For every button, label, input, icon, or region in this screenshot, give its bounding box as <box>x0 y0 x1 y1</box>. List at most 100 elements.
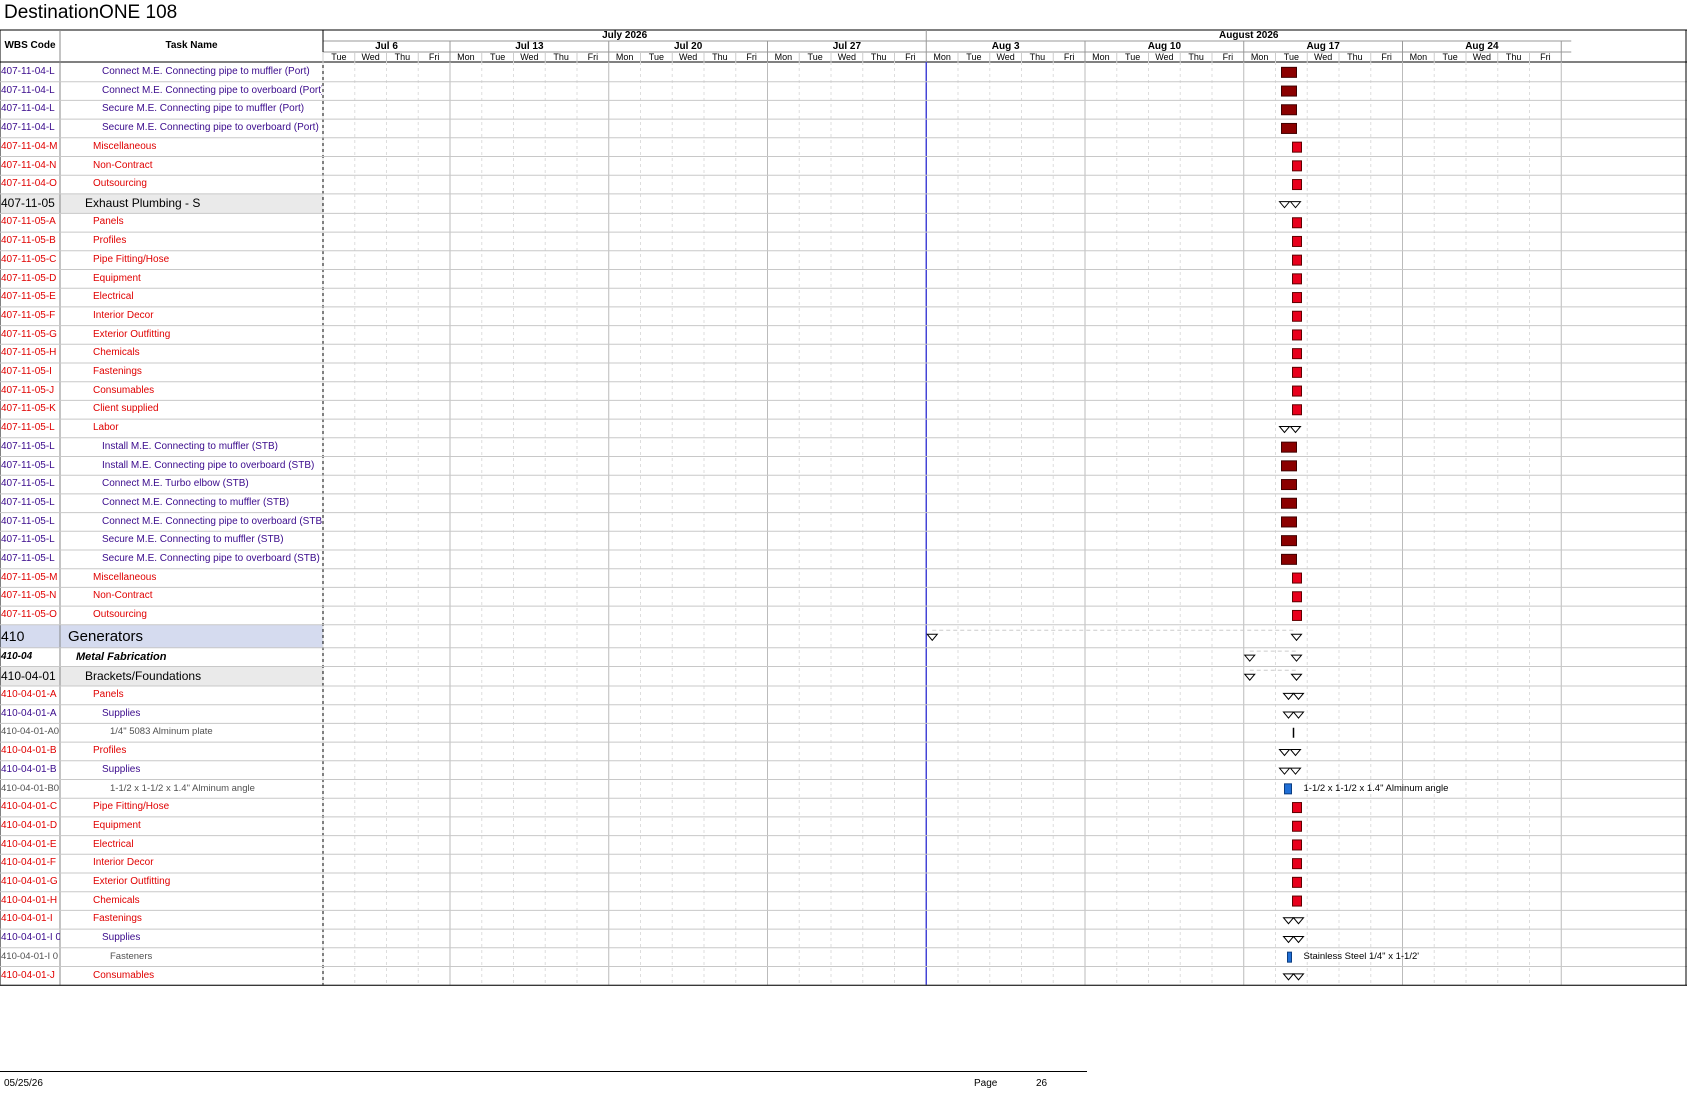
task-name: Connect M.E. Turbo elbow (STB) <box>102 478 249 490</box>
wbs-code: 407-11-04-M <box>1 140 58 152</box>
day-header: Fri <box>746 52 757 62</box>
task-name: Outsourcing <box>93 609 147 621</box>
task-name: Panels <box>93 216 124 228</box>
day-header: Mon <box>1250 52 1269 62</box>
summary-start-marker <box>1282 917 1295 925</box>
day-header: Thu <box>1188 52 1204 62</box>
task-name: Secure M.E. Connecting pipe to muffler (… <box>102 103 305 115</box>
day-header: Tue <box>331 52 347 62</box>
day-header: Tue <box>490 52 506 62</box>
summary-end-marker <box>1292 973 1305 981</box>
task-bar <box>1292 404 1302 416</box>
task-bar <box>1292 329 1302 341</box>
day-header: Tue <box>966 52 982 62</box>
wbs-code: 407-11-05-M <box>1 571 58 583</box>
task-name: Pipe Fitting/Hose <box>93 253 170 265</box>
task-name: Chemicals <box>93 894 140 906</box>
day-header: Tue <box>1125 52 1141 62</box>
day-header: Thu <box>712 52 728 62</box>
task-name-column-header: Task Name <box>165 40 218 51</box>
task-bar <box>1292 254 1302 266</box>
task-name: Secure M.E. Connecting pipe to overboard… <box>102 553 320 564</box>
task-name: Fastenings <box>93 913 142 925</box>
wbs-code: 410-04-01-C <box>1 801 58 813</box>
task-name: Equipment <box>93 819 141 831</box>
wbs-code: 410 <box>1 627 25 644</box>
wbs-code: 410-04-01-B <box>1 745 57 757</box>
task-bar <box>1292 235 1302 247</box>
week-header: Jul 6 <box>375 41 398 52</box>
task-bar <box>1292 572 1302 584</box>
task-name: Electrical <box>93 291 134 303</box>
month-header: August 2026 <box>1219 30 1279 41</box>
wbs-code: 407-11-05-L <box>1 422 55 434</box>
wbs-code: 407-11-05-L <box>1 496 55 508</box>
summary-end-marker <box>1289 748 1302 757</box>
task-name: Secure M.E. Connecting pipe to overboard… <box>102 122 319 134</box>
day-header: Mon <box>615 52 634 62</box>
task-bar <box>1292 858 1302 870</box>
task-bar <box>1292 160 1302 172</box>
summary-end-marker <box>1290 673 1303 682</box>
task-bar <box>1281 122 1297 134</box>
task-bar <box>1281 441 1297 453</box>
summary-start-marker <box>1282 711 1295 719</box>
wbs-code: 407-11-05-O <box>1 609 57 621</box>
task-bar <box>1292 273 1302 285</box>
day-header: Fri <box>587 52 599 62</box>
wbs-code: 407-11-05-C <box>1 253 57 265</box>
wbs-code: 410-04-01 <box>1 668 56 683</box>
day-header: Tue <box>807 52 823 62</box>
wbs-column-header: WBS Code <box>4 40 56 51</box>
task-name: Profiles <box>93 235 127 247</box>
summary-start-marker <box>1278 201 1291 209</box>
week-header: Aug 17 <box>1306 41 1340 52</box>
task-name: Exterior Outfitting <box>93 328 171 340</box>
task-bar <box>1281 516 1297 528</box>
summary-end-marker <box>1292 692 1305 701</box>
task-bar <box>1292 895 1302 907</box>
task-name: Secure M.E. Connecting to muffler (STB) <box>102 534 284 546</box>
week-header: Aug 10 <box>1147 41 1182 52</box>
task-name: Non-Contract <box>93 590 153 602</box>
wbs-code: 407-11-05-N <box>1 590 57 602</box>
task-name: Fasteners <box>110 950 153 962</box>
task-bar <box>1281 66 1297 78</box>
wbs-code: 410-04-01-E <box>1 838 57 850</box>
task-bar <box>1292 292 1302 304</box>
task-bar <box>1292 348 1302 360</box>
wbs-code: 407-11-05-H <box>1 347 57 359</box>
wbs-code: 407-11-04-N <box>1 159 57 171</box>
day-header: Tue <box>1442 52 1458 62</box>
day-header: Fri <box>1222 52 1234 62</box>
task-name: Exhaust Plumbing - S <box>85 195 201 210</box>
task-bar <box>1281 104 1297 116</box>
task-bar <box>1281 553 1297 565</box>
task-name: Supplies <box>102 763 141 775</box>
task-bar <box>1292 217 1302 229</box>
wbs-code: 407-11-05-L <box>1 478 55 490</box>
task-name: Miscellaneous <box>93 571 157 583</box>
task-bar <box>1292 141 1302 153</box>
wbs-code: 407-11-05-E <box>1 291 56 303</box>
wbs-code: 410-04-01-I 0 <box>1 932 60 944</box>
task-name: Client supplied <box>93 403 159 415</box>
day-header: Thu <box>1347 52 1363 62</box>
wbs-code: 407-11-05-L <box>1 459 55 471</box>
task-bar <box>1281 535 1297 547</box>
wbs-code: 407-11-05-L <box>1 534 55 546</box>
task-name: Consumables <box>93 384 155 396</box>
day-header: Mon <box>774 52 793 62</box>
task-name: Electrical <box>93 838 134 850</box>
task-name: Equipment <box>93 272 141 284</box>
wbs-code: 407-11-05 <box>1 195 55 210</box>
wbs-code: 407-11-05-K <box>1 403 56 415</box>
day-header: Tue <box>1283 52 1299 62</box>
summary-end-marker <box>1290 654 1303 662</box>
day-header: Thu <box>1505 52 1522 62</box>
task-name: Fastenings <box>93 366 142 377</box>
day-header: Fri <box>1381 52 1392 62</box>
summary-start-marker <box>926 633 939 642</box>
task-name: Consumables <box>93 969 155 981</box>
task-name: Profiles <box>93 745 127 757</box>
